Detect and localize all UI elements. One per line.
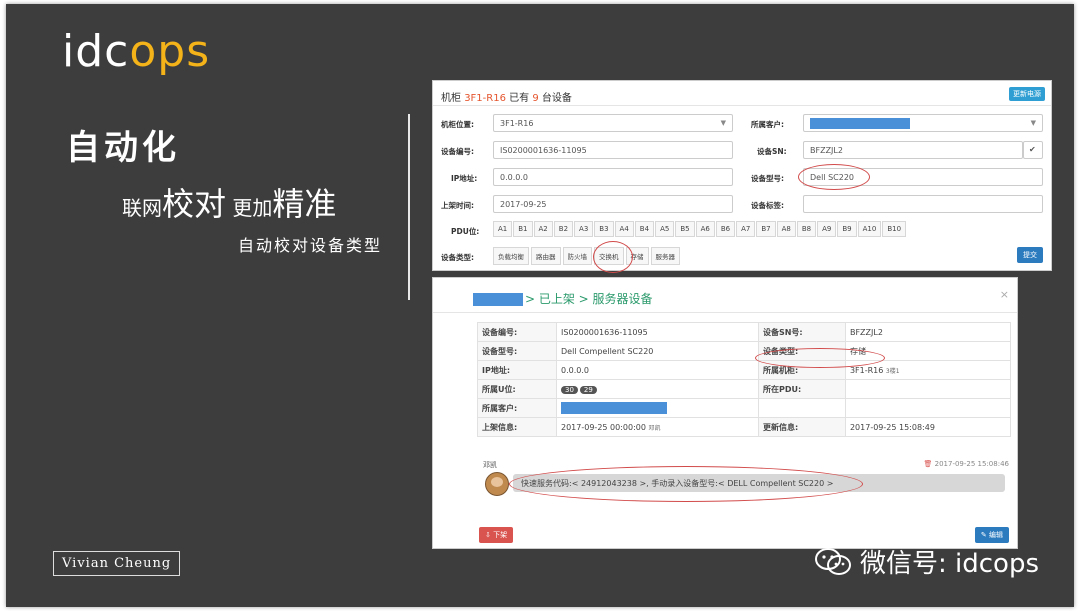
pdu-slot[interactable]: A4 bbox=[614, 221, 634, 237]
onshelf-time-label: 上架时间: bbox=[441, 201, 474, 210]
pdu-slot[interactable]: B8 bbox=[796, 221, 817, 237]
breadcrumb: > 已上架 > 服务器设备 bbox=[473, 290, 653, 307]
device-sn-label: 设备SN: bbox=[757, 147, 787, 156]
trash-icon[interactable]: 🗑 bbox=[924, 460, 933, 468]
pdu-slot[interactable]: B4 bbox=[634, 221, 655, 237]
device-type-group: 负载均衡 路由器 防火墙 交换机 存储 服务器 bbox=[493, 247, 682, 265]
pdu-slot[interactable]: A1 bbox=[493, 221, 513, 237]
slide: idcops 自动化 联网校对 更加精准 自动校对设备类型 机柜 3F1-R16… bbox=[6, 4, 1074, 607]
table-row: 所属客户: bbox=[477, 398, 1012, 418]
table-row: 设备型号: Dell Compellent SC220 设备类型: 存储 bbox=[477, 341, 1012, 361]
onshelf-time-input[interactable]: 2017-09-25 bbox=[493, 195, 733, 213]
pdu-slot[interactable]: A3 bbox=[574, 221, 594, 237]
slide-heading: 自动化 bbox=[66, 128, 180, 168]
ip-input[interactable]: 0.0.0.0 bbox=[493, 168, 733, 186]
chevron-down-icon: ▼ bbox=[1030, 119, 1036, 127]
check-icon[interactable]: ✔ bbox=[1023, 141, 1043, 159]
customer-select[interactable]: ▼ bbox=[803, 114, 1043, 132]
pdu-slot[interactable]: A8 bbox=[776, 221, 796, 237]
table-row: 上架信息: 2017-09-25 00:00:00 邓凯 更新信息: 2017-09-… bbox=[477, 417, 1012, 437]
pdu-slot[interactable]: A10 bbox=[857, 221, 882, 237]
submit-button[interactable]: 提交 bbox=[1017, 247, 1043, 263]
pdu-slot[interactable]: B9 bbox=[837, 221, 857, 237]
table-row: 设备编号: IS0200001636-11095 设备SN号: BFZZJL2 bbox=[477, 322, 1012, 342]
wechat-watermark: 微信号: idcops bbox=[814, 543, 1039, 580]
pdu-slot[interactable]: B1 bbox=[513, 221, 533, 237]
chevron-down-icon: ▼ bbox=[720, 119, 726, 127]
device-type-label: 设备类型: bbox=[441, 253, 474, 262]
divider bbox=[408, 114, 410, 300]
pdu-slot[interactable]: A9 bbox=[817, 221, 837, 237]
ip-label: IP地址: bbox=[451, 174, 478, 183]
type-option[interactable]: 路由器 bbox=[531, 247, 561, 265]
pdu-slot[interactable]: A6 bbox=[695, 221, 715, 237]
comment-time: 🗑 2017-09-25 15:08:46 bbox=[923, 460, 1009, 468]
model-label: 设备型号: bbox=[751, 174, 784, 183]
wechat-icon bbox=[815, 547, 851, 575]
close-icon[interactable]: × bbox=[1000, 288, 1009, 301]
device-sn-input[interactable]: BFZZJL2 bbox=[803, 141, 1023, 159]
location-label: 机柜位置: bbox=[441, 120, 474, 129]
device-detail-table: 设备编号: IS0200001636-11095 设备SN号: BFZZJL2 设备型… bbox=[477, 322, 1012, 437]
pdu-slot[interactable]: B10 bbox=[882, 221, 907, 237]
idcops-logo: idcops bbox=[62, 26, 211, 77]
slide-caption: 自动校对设备类型 bbox=[238, 236, 383, 255]
update-power-button[interactable]: 更新电源 bbox=[1009, 87, 1045, 101]
highlight-oval bbox=[755, 348, 885, 368]
highlight-oval bbox=[798, 164, 870, 190]
tag-input[interactable] bbox=[803, 195, 1043, 213]
pdu-slot[interactable]: B6 bbox=[715, 221, 736, 237]
pdu-slot[interactable]: A7 bbox=[736, 221, 756, 237]
comment-user: 邓凯 bbox=[483, 461, 497, 469]
location-select[interactable]: 3F1-R16 ▼ bbox=[493, 114, 733, 132]
author-label: Vivian Cheung bbox=[53, 551, 181, 576]
form-header: 机柜 3F1-R16 已有 9 台设备 bbox=[441, 93, 572, 104]
device-detail-modal: > 已上架 > 服务器设备 × 设备编号: IS0200001636-11095 设… bbox=[432, 277, 1018, 549]
table-row: IP地址: 0.0.0.0 所属机柜: 3F1-R16 3楼1 bbox=[477, 360, 1012, 380]
pdu-slot[interactable]: B2 bbox=[553, 221, 574, 237]
edit-button[interactable]: ✎ 编辑 bbox=[974, 527, 1009, 543]
customer-label: 所属客户: bbox=[751, 120, 784, 129]
pdu-slot[interactable]: B5 bbox=[675, 221, 695, 237]
pdu-slot[interactable]: A5 bbox=[655, 221, 675, 237]
slide-subheading: 联网校对 更加精准 bbox=[122, 185, 337, 223]
type-option[interactable]: 服务器 bbox=[650, 247, 680, 265]
tag-label: 设备标签: bbox=[751, 201, 784, 210]
device-no-label: 设备编号: bbox=[441, 147, 474, 156]
pdu-slot[interactable]: B7 bbox=[756, 221, 776, 237]
type-option[interactable]: 防火墙 bbox=[562, 247, 592, 265]
pdu-slot-group: A1 B1 A2 B2 A3 B3 A4 B4 A5 B5 A6 B6 A7 B7 A8 B8 A9 B9 A10 B… bbox=[493, 221, 907, 237]
table-row: 所属U位: 30 29 所在PDU: bbox=[477, 379, 1012, 399]
pdu-label: PDU位: bbox=[451, 227, 480, 236]
rack-device-form: 机柜 3F1-R16 已有 9 台设备 更新电源 机柜位置: 3F1-R16 ▼ … bbox=[432, 80, 1052, 273]
pdu-slot[interactable]: B3 bbox=[594, 221, 614, 237]
type-option[interactable]: 负载均衡 bbox=[493, 247, 529, 265]
pdu-slot[interactable]: A2 bbox=[533, 221, 553, 237]
unshelve-button[interactable]: ⇩ 下架 bbox=[479, 527, 514, 543]
device-no-input[interactable]: IS0200001636-11095 bbox=[493, 141, 733, 159]
highlight-oval bbox=[593, 241, 633, 273]
avatar bbox=[485, 472, 509, 496]
highlight-oval bbox=[509, 466, 863, 502]
